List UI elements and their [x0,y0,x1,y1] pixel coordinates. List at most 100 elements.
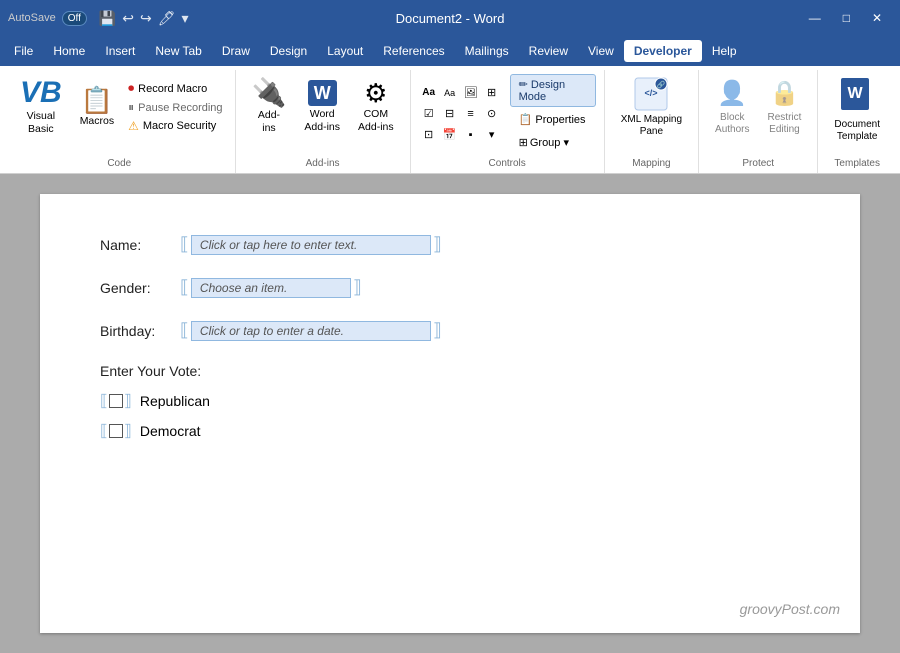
word-addins-button[interactable]: W WordAdd-ins [296,72,348,142]
record-macro-button[interactable]: ⏺ Record Macro [124,79,226,98]
gender-bracket-right: ⟧ [353,277,362,298]
close-button[interactable]: ✕ [862,7,892,29]
menu-view[interactable]: View [578,40,624,62]
menu-file[interactable]: File [4,40,43,62]
group-button[interactable]: ⊞ Group ▾ [510,132,596,153]
image-btn[interactable]: 🖼 [461,83,481,103]
svg-text:W: W [848,85,864,102]
document-title: Document2 - Word [396,11,505,26]
svg-text:🔗: 🔗 [657,80,666,89]
menu-design[interactable]: Design [260,40,317,62]
menu-draw[interactable]: Draw [212,40,260,62]
democrat-checkbox[interactable] [109,424,123,438]
restrict-editing-button[interactable]: 🔒 RestrictEditing [760,72,810,142]
title-bar-icons: 💾 ↩ ↪ 🖊 ▾ [99,10,189,27]
table-btn[interactable]: ⊞ [482,83,502,103]
document-page: Name: ⟦ Click or tap here to enter text.… [40,194,860,633]
menu-references[interactable]: References [373,40,454,62]
templates-group: W DocumentTemplate Templates [818,70,896,173]
xml-mapping-inner: </> 🔗 XML MappingPane [621,76,682,138]
visual-basic-label: VisualBasic [27,110,55,135]
name-label: Name: [100,237,180,253]
word-doc-svg: W [839,76,875,112]
com-addins-button[interactable]: ⚙ COMAdd-ins [350,72,402,142]
menu-help[interactable]: Help [702,40,747,62]
autosave-toggle[interactable]: Off [62,11,87,26]
menu-layout[interactable]: Layout [317,40,373,62]
birthday-input[interactable]: Click or tap to enter a date. [191,321,431,341]
birthday-field: ⟦ Click or tap to enter a date. ⟧ [180,320,442,341]
document-area: Name: ⟦ Click or tap here to enter text.… [0,174,900,653]
block-authors-button[interactable]: 👤 BlockAuthors [707,72,757,142]
ribbon-content: VB VisualBasic 📋 Macros ⏺ Record Macro ⏸… [0,66,900,173]
visual-basic-button[interactable]: VB VisualBasic [12,72,70,142]
minimize-button[interactable]: — [799,7,831,29]
check-btn[interactable]: ☑ [419,104,439,124]
document-template-button[interactable]: W DocumentTemplate [826,72,888,147]
combo-btn[interactable]: ⊡ [419,125,439,145]
option-btn[interactable]: ⊙ [482,104,502,124]
gender-dropdown[interactable]: Choose an item. [191,278,351,298]
republican-checkbox[interactable] [109,394,123,408]
protect-group-label: Protect [707,155,809,171]
record-icon: ⏺ [128,81,134,96]
protect-group: 👤 BlockAuthors 🔒 RestrictEditing Protect [699,70,818,173]
down-btn[interactable]: ▾ [482,125,502,145]
format-row2: ☑ ⊟ ≡ ⊙ [419,104,502,124]
add-ins-label: Add-ins [258,109,280,134]
group-label: Group ▾ [530,136,569,149]
mapping-group-items: </> 🔗 XML MappingPane [613,72,690,155]
properties-label: Properties [535,114,585,126]
dropdown-icon[interactable]: ▾ [182,10,189,27]
word-addins-label: WordAdd-ins [304,108,340,133]
list-btn[interactable]: ≡ [461,104,481,124]
add-ins-button[interactable]: 🔌 Add-ins [244,72,295,142]
menu-home[interactable]: Home [43,40,95,62]
democrat-row: ⟦ ⟧ Democrat [100,421,800,441]
date-btn[interactable]: 📅 [440,125,460,145]
controls-buttons: ✏ Design Mode 📋 Properties ⊞ Group ▾ [510,74,596,153]
macros-icon: 📋 [81,87,113,113]
visual-basic-icon: VB [20,78,62,108]
addins-group-items: 🔌 Add-ins W WordAdd-ins ⚙ COMAdd-ins [244,72,402,155]
properties-button[interactable]: 📋 Properties [510,109,596,130]
mapping-group-label: Mapping [613,155,690,171]
democrat-label: Democrat [140,423,201,439]
addins-group: 🔌 Add-ins W WordAdd-ins ⚙ COMAdd-ins Add… [236,70,411,173]
menu-newtab[interactable]: New Tab [145,40,211,62]
gender-bracket-left: ⟦ [180,277,189,298]
name-input[interactable]: Click or tap here to enter text. [191,235,431,255]
undo-icon[interactable]: ↩ [122,10,134,27]
macro-security-button[interactable]: ⚠ Macro Security [124,117,226,135]
pause-recording-button[interactable]: ⏸ Pause Recording [124,98,226,117]
save-icon[interactable]: 💾 [99,10,116,27]
protect-group-items: 👤 BlockAuthors 🔒 RestrictEditing [707,72,809,155]
xml-mapping-button[interactable]: </> 🔗 XML MappingPane [613,72,690,142]
maximize-button[interactable]: □ [833,7,860,29]
properties-icon: 📋 [519,114,533,126]
menu-bar: File Home Insert New Tab Draw Design Lay… [0,36,900,66]
code-group-label: Code [12,155,227,171]
more1-btn[interactable]: ▪ [461,125,481,145]
macros-label: Macros [80,115,114,128]
menu-review[interactable]: Review [519,40,578,62]
group-icon: ⊞ [519,136,528,149]
grid-btn[interactable]: ⊟ [440,104,460,124]
republican-row: ⟦ ⟧ Republican [100,391,800,411]
gender-label: Gender: [100,280,180,296]
more-icon[interactable]: 🖊 [158,10,176,27]
gender-row: Gender: ⟦ Choose an item. ⟧ [100,277,800,298]
text-aa2-btn[interactable]: Aa [440,83,460,103]
word-addins-icon: W [308,80,337,106]
menu-mailings[interactable]: Mailings [455,40,519,62]
redo-icon[interactable]: ↪ [140,10,152,27]
menu-developer[interactable]: Developer [624,40,702,62]
document-template-label: DocumentTemplate [834,119,880,143]
macros-button[interactable]: 📋 Macros [72,72,122,142]
design-mode-button[interactable]: ✏ Design Mode [510,74,596,107]
name-bracket-left: ⟦ [180,234,189,255]
text-aa-btn[interactable]: Aa [419,83,439,103]
doc-template-icon: W [839,76,875,115]
menu-insert[interactable]: Insert [95,40,145,62]
controls-group: Aa Aa 🖼 ⊞ ☑ ⊟ ≡ ⊙ ⊡ � [411,70,605,173]
